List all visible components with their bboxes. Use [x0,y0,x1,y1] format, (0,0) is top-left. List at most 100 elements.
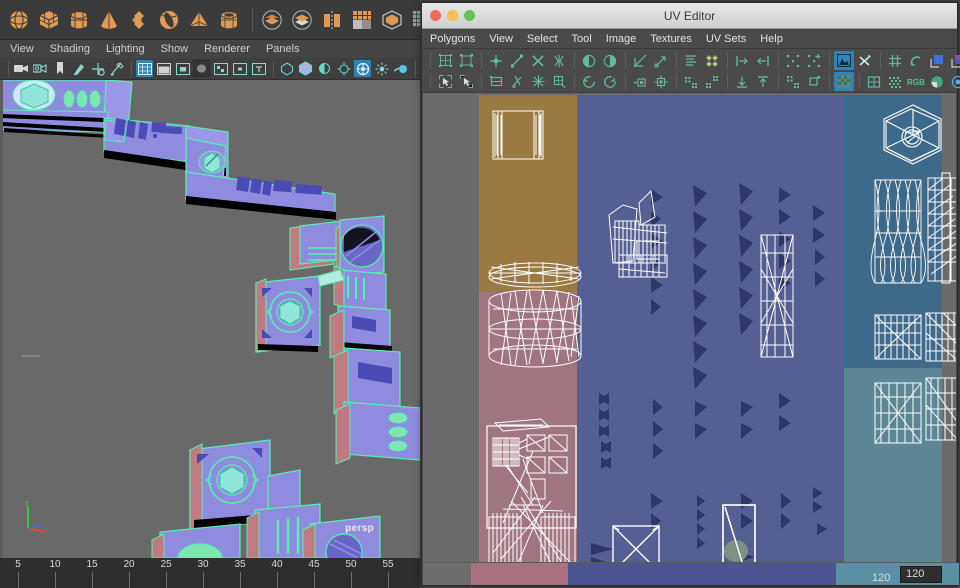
window-controls[interactable] [430,10,475,21]
uv-lattice-icon[interactable] [435,51,455,70]
uv-snap-icon[interactable] [528,72,548,91]
uv-cut-tool-icon[interactable] [507,72,527,91]
viewport-menu-lighting[interactable]: Lighting [106,43,145,55]
uv-select-tool-icon[interactable] [435,72,455,91]
camera-icon[interactable] [13,60,30,77]
menu-polygons[interactable]: Polygons [430,33,475,45]
poly-platonic-icon[interactable] [126,7,152,33]
menu-textures[interactable]: Textures [650,33,692,45]
uv-texture-canvas[interactable] [423,93,956,563]
viewport-toolbar[interactable] [0,58,473,80]
poly-cone-icon[interactable] [96,7,122,33]
viewport-menu-show[interactable]: Show [161,43,189,55]
time-slider[interactable]: 5 10 15 20 25 30 35 40 45 50 55 [0,558,420,588]
uv-toolbar-row-1[interactable] [426,50,960,71]
zoom-button[interactable] [464,10,475,21]
uv-grid-snap-icon[interactable] [702,51,722,70]
uv-align-min-v-icon[interactable] [732,72,752,91]
uv-gather-icon[interactable] [702,72,722,91]
poly-cube-icon[interactable] [36,7,62,33]
poly-pyramid-icon[interactable] [186,7,212,33]
uv-rgb-channel-icon[interactable]: RGB [906,72,926,91]
uv-align-min-u-icon[interactable] [732,51,752,70]
uv-spread-icon[interactable] [681,72,701,91]
grease-pencil-icon[interactable] [108,60,125,77]
menu-view[interactable]: View [489,33,513,45]
uv-sew-icon[interactable] [549,51,569,70]
uv-smooth-icon[interactable] [456,51,476,70]
xray-icon[interactable] [250,60,267,77]
uv-split-icon[interactable] [528,51,548,70]
motion-blur-icon[interactable] [354,60,371,77]
uv-rotate-icon[interactable] [906,51,926,70]
poly-booleans-icon[interactable] [259,7,285,33]
uv-copy-uv-icon[interactable] [549,72,569,91]
default-light-icon[interactable] [373,60,390,77]
time-ruler[interactable]: 5 10 15 20 25 30 35 40 45 50 55 [0,558,420,588]
poly-torus-icon[interactable] [156,7,182,33]
xray-active-icon[interactable] [297,60,314,77]
uv-editor-window[interactable]: UV Editor Polygons View Select Tool Imag… [421,2,960,586]
poly-pipe-icon[interactable] [216,7,242,33]
menu-select[interactable]: Select [527,33,558,45]
minimize-button[interactable] [447,10,458,21]
menu-tool[interactable]: Tool [572,33,592,45]
two-d-pan-zoom-icon[interactable] [89,60,106,77]
xray-joints-icon[interactable] [278,60,295,77]
uv-align-icon[interactable] [651,51,671,70]
uv-flip-diag-icon[interactable] [630,51,650,70]
viewport-menu-renderer[interactable]: Renderer [204,43,250,55]
viewport-menu-view[interactable]: View [10,43,34,55]
textured-icon[interactable] [212,60,229,77]
menu-uv-sets[interactable]: UV Sets [706,33,746,45]
uv-editor-menubar[interactable]: Polygons View Select Tool Image Textures… [422,29,957,49]
uv-texture-border-icon[interactable] [927,51,947,70]
viewport-menubar[interactable]: View Shading Lighting Show Renderer Pane… [0,40,420,58]
uv-shaded-display-icon[interactable] [855,51,875,70]
uv-image-toggle-icon[interactable] [834,51,854,70]
wireframe-icon[interactable] [136,60,153,77]
menu-image[interactable]: Image [606,33,637,45]
menu-help[interactable]: Help [760,33,783,45]
uv-toolbar-row-2[interactable]: RGB [426,71,960,92]
uv-cut-uv-icon[interactable] [507,51,527,70]
uv-checker-icon[interactable] [834,72,854,91]
poly-sphere-icon[interactable] [6,7,32,33]
occlusion-icon[interactable] [335,60,352,77]
uv-normalize-icon[interactable] [681,51,701,70]
uv-unfold-icon[interactable] [579,51,599,70]
lighting-icon[interactable] [231,60,248,77]
viewport-menu-shading[interactable]: Shading [50,43,90,55]
poly-combine-icon[interactable] [289,7,315,33]
polygons-shelf[interactable] [0,0,432,40]
shaded-icon[interactable] [174,60,191,77]
perspective-viewport[interactable]: y x z persp [0,80,420,558]
uv-lasso-tool-icon[interactable] [456,72,476,91]
viewport-menu-panels[interactable]: Panels [266,43,300,55]
current-frame-label[interactable]: 120 [872,572,890,584]
end-frame-field[interactable]: 120 [900,566,942,583]
image-plane-icon[interactable] [70,60,87,77]
poly-cylinder-icon[interactable] [66,7,92,33]
camera-attributes-icon[interactable] [32,60,49,77]
poly-smooth-icon[interactable] [349,7,375,33]
uv-grid-icon[interactable] [885,51,905,70]
uv-rotate-cw-icon[interactable] [600,72,620,91]
poly-extract-icon[interactable] [379,7,405,33]
smooth-shade-all-icon[interactable] [155,60,172,77]
uv-align-max-u-icon[interactable] [753,51,773,70]
uv-add-icon[interactable] [804,51,824,70]
uv-flip-u-icon[interactable] [630,72,650,91]
uv-checker-map-icon[interactable] [885,72,905,91]
uv-distortion-icon[interactable] [948,51,960,70]
uv-wireframe-icon[interactable] [864,72,884,91]
uv-flip-v-icon[interactable] [651,72,671,91]
poly-mirror-icon[interactable] [319,7,345,33]
uv-align-max-v-icon[interactable] [753,72,773,91]
all-lights-icon[interactable] [392,60,409,77]
uv-unstack-icon[interactable] [804,72,824,91]
shadows-icon[interactable] [316,60,333,77]
uv-stack-icon[interactable] [783,72,803,91]
uv-layout-icon[interactable] [600,51,620,70]
close-button[interactable] [430,10,441,21]
